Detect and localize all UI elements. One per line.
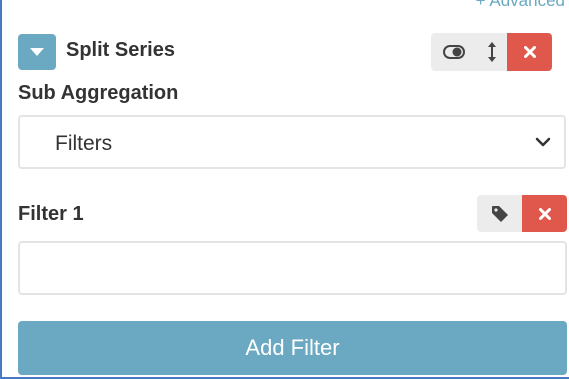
toggle-switch-icon <box>443 45 465 59</box>
caret-down-icon <box>30 47 44 56</box>
series-title: Split Series <box>66 39 175 61</box>
split-series-panel: + Advanced Split Series Sub Aggregation … <box>0 0 569 379</box>
collapse-toggle-button[interactable] <box>18 34 56 70</box>
close-icon <box>523 46 536 58</box>
series-action-buttons <box>431 33 552 71</box>
filter-1-input[interactable] <box>18 241 567 295</box>
remove-filter-button[interactable] <box>522 195 567 232</box>
sub-aggregation-label: Sub Aggregation <box>18 82 179 104</box>
vertical-resize-icon <box>488 42 496 62</box>
advanced-link[interactable]: + Advanced <box>476 0 565 11</box>
sub-aggregation-select[interactable]: Filters <box>18 115 566 169</box>
remove-series-button[interactable] <box>507 33 552 71</box>
filter-label-button[interactable] <box>477 195 522 232</box>
chevron-down-icon <box>535 137 551 147</box>
move-handle-button[interactable] <box>477 33 507 71</box>
filter-1-action-buttons <box>477 195 567 232</box>
disable-toggle-button[interactable] <box>431 33 477 71</box>
filter-1-label: Filter 1 <box>18 203 84 225</box>
tag-icon <box>491 205 508 222</box>
add-filter-button[interactable]: Add Filter <box>18 321 567 375</box>
close-icon <box>538 207 551 220</box>
sub-aggregation-selected-value: Filters <box>55 132 113 155</box>
